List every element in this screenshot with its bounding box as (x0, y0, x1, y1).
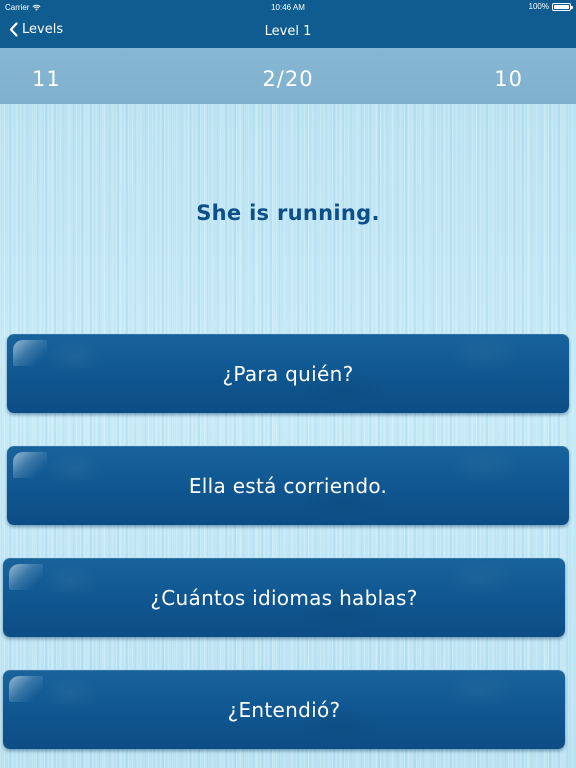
nav-bar: Levels Level 1 (0, 14, 576, 48)
battery-percent: 100% (528, 2, 549, 11)
question-progress: 2/20 (262, 67, 314, 91)
battery-fill (554, 4, 569, 9)
status-time: 10:46 AM (271, 3, 305, 12)
score-strip: 11 2/20 10 (0, 48, 576, 104)
battery-indicator: 100% (528, 2, 573, 11)
question-prompt: She is running. (196, 201, 380, 225)
nav-title: Level 1 (264, 24, 312, 39)
answer-button-1[interactable]: ¿Para quién? (7, 334, 569, 413)
answer-label: ¿Cuántos idiomas hablas? (150, 585, 418, 610)
status-bar: Carrier 10:46 AM 100% (0, 0, 576, 14)
battery-icon (552, 2, 573, 11)
answer-button-3[interactable]: ¿Cuántos idiomas hablas? (3, 558, 565, 637)
score-right: 10 (494, 67, 523, 91)
answer-label: ¿Para quién? (222, 361, 354, 386)
answer-button-2[interactable]: Ella está corriendo. (7, 446, 569, 525)
top-bar: Carrier 10:46 AM 100% Levels Level 1 (0, 0, 576, 48)
quiz-screen: Carrier 10:46 AM 100% Levels Level 1 11 … (0, 0, 576, 768)
answer-label: ¿Entendió? (227, 697, 341, 722)
answer-button-4[interactable]: ¿Entendió? (3, 670, 565, 749)
answer-label: Ella está corriendo. (188, 473, 388, 498)
